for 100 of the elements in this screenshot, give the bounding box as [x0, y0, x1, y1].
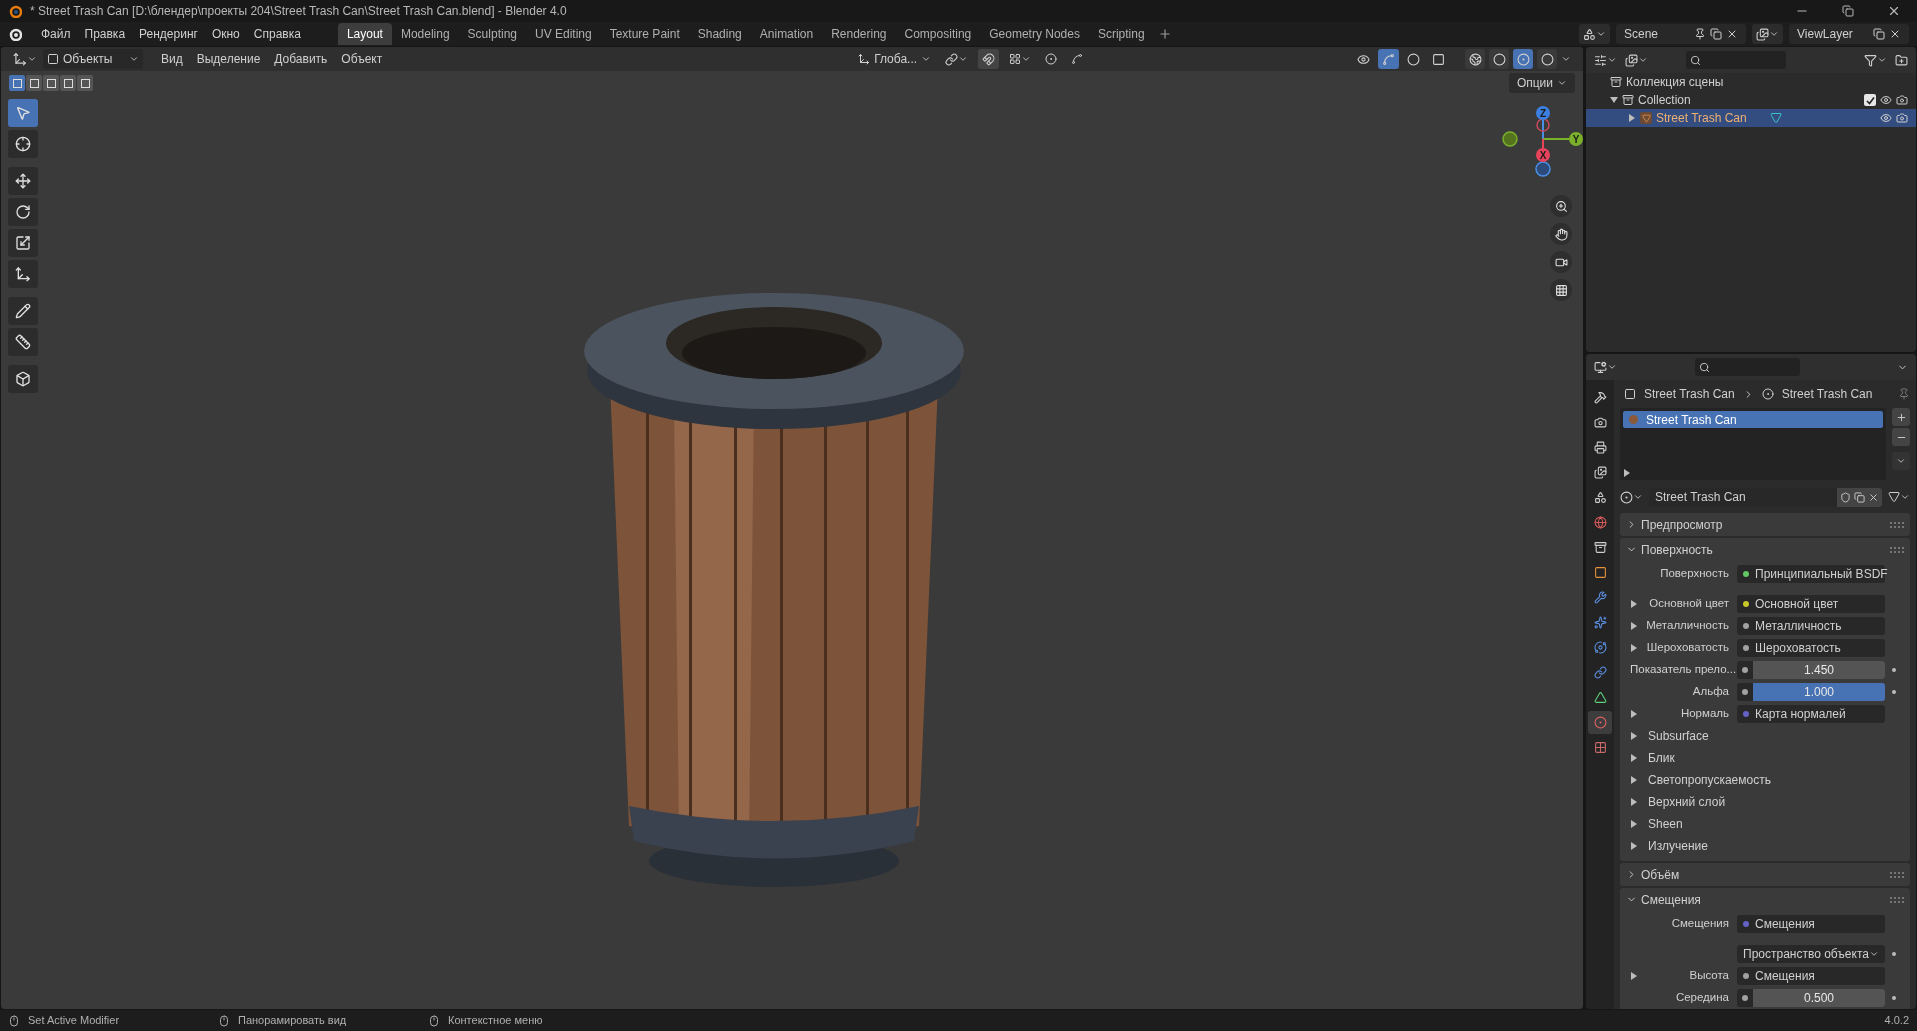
drag-handle-icon[interactable] — [1890, 896, 1904, 903]
workspace-tab[interactable]: Rendering — [822, 23, 896, 45]
menu-item[interactable]: Справка — [246, 23, 308, 45]
drag-handle-icon[interactable] — [1890, 871, 1904, 878]
material-slot[interactable]: Street Trash Can — [1623, 411, 1883, 428]
search-field[interactable] — [1686, 51, 1786, 69]
copy-icon[interactable] — [1854, 491, 1865, 503]
filter-button[interactable] — [1864, 53, 1887, 67]
socket-field[interactable]: Металличность — [1737, 617, 1885, 635]
tool-button[interactable] — [8, 260, 38, 288]
workspace-tab[interactable]: Modeling — [391, 23, 459, 45]
panel-header[interactable]: Предпросмотр — [1620, 513, 1910, 536]
new-collection-button[interactable] — [1895, 53, 1908, 67]
subpanel-header[interactable]: Subsurface — [1648, 727, 1709, 745]
socket-field[interactable]: Смещения — [1737, 967, 1885, 985]
selection-mode-button[interactable] — [77, 75, 93, 91]
orientation-dropdown[interactable]: Глоба... — [854, 49, 936, 69]
expand-arrow-icon[interactable] — [1630, 710, 1638, 718]
workspace-tab[interactable]: Texture Paint — [600, 23, 689, 45]
socket-field[interactable]: Основной цвет — [1737, 595, 1885, 613]
menu-item[interactable]: Файл — [34, 23, 78, 45]
menu-item[interactable]: Окно — [204, 23, 247, 45]
tool-button[interactable] — [8, 365, 38, 393]
view-filter-button[interactable] — [1625, 53, 1648, 67]
subpanel-header[interactable]: Блик — [1648, 749, 1675, 767]
view-layer-selector-button[interactable] — [1752, 24, 1783, 44]
panel-header[interactable]: Поверхность — [1620, 538, 1910, 561]
checkbox[interactable] — [1864, 94, 1876, 106]
expand-arrow-icon[interactable] — [1630, 600, 1638, 608]
outliner-row[interactable]: Street Trash Can — [1586, 109, 1916, 127]
link-menu-button[interactable] — [1888, 491, 1910, 503]
camera-view-button[interactable] — [1550, 251, 1572, 273]
breadcrumb-item[interactable]: Street Trash Can — [1781, 385, 1873, 403]
subpanel-header[interactable]: Светопропускаемость — [1648, 771, 1771, 789]
eye-icon[interactable] — [1880, 94, 1892, 106]
space-dropdown[interactable]: Пространство объекта — [1737, 945, 1885, 963]
browse-material-button[interactable] — [1620, 490, 1643, 504]
camera-icon[interactable] — [1896, 94, 1908, 106]
expand-arrow-icon[interactable] — [1630, 798, 1638, 806]
number-field[interactable]: 1.450 — [1753, 661, 1885, 679]
selection-mode-button[interactable] — [60, 75, 76, 91]
tool-button[interactable] — [8, 198, 38, 226]
view-layer-field[interactable]: ViewLayer — [1789, 24, 1909, 44]
expand-arrow-icon[interactable] — [1630, 776, 1638, 784]
workspace-tab[interactable]: Scripting — [1088, 23, 1154, 45]
socket-field[interactable]: Смещения — [1737, 915, 1885, 933]
socket-field[interactable]: Принципиальный BSDF — [1737, 565, 1885, 583]
menu-item[interactable]: Вид — [155, 49, 189, 69]
pin-icon[interactable] — [1898, 388, 1910, 400]
panel-header[interactable]: Смещения — [1620, 888, 1910, 911]
selection-mode-button[interactable] — [43, 75, 59, 91]
tool-button[interactable] — [8, 328, 38, 356]
perspective-button[interactable] — [1550, 279, 1572, 301]
drag-handle-icon[interactable] — [1890, 546, 1904, 553]
menu-item[interactable]: Правка — [77, 23, 133, 45]
breadcrumb-item[interactable]: Street Trash Can — [1644, 385, 1735, 403]
outliner-item[interactable]: Collection — [1638, 91, 1860, 109]
snap-button[interactable] — [978, 49, 1000, 69]
selection-mode-button[interactable] — [26, 75, 42, 91]
workspace-tab[interactable]: Animation — [750, 23, 823, 45]
viewport-toggle[interactable] — [1378, 49, 1399, 69]
expand-arrow-icon[interactable] — [1630, 732, 1638, 740]
search-field[interactable] — [1695, 358, 1800, 376]
logo-icon[interactable] — [8, 27, 22, 41]
expand-arrow-icon[interactable] — [1630, 754, 1638, 762]
tool-button[interactable] — [8, 297, 38, 325]
tool-button[interactable] — [8, 130, 38, 158]
mode-dropdown[interactable]: Объекты — [43, 49, 143, 69]
remove-slot-button[interactable] — [1892, 428, 1910, 446]
socket-field[interactable]: Карта нормалей — [1737, 705, 1885, 723]
workspace-tab[interactable]: Layout — [337, 23, 392, 45]
drag-handle-icon[interactable] — [1890, 521, 1904, 528]
add-icon[interactable] — [1157, 27, 1172, 41]
expand-arrow-icon[interactable] — [1630, 972, 1638, 980]
options-dropdown[interactable]: Опции — [1508, 73, 1575, 93]
close-icon[interactable] — [1868, 491, 1879, 503]
expand-arrow-icon[interactable] — [1630, 820, 1638, 828]
expand-arrow-icon[interactable] — [1630, 644, 1638, 652]
workspace-tab[interactable]: Compositing — [895, 23, 981, 45]
subpanel-header[interactable]: Sheen — [1648, 815, 1683, 833]
scene-field[interactable]: Scene — [1616, 24, 1746, 44]
chevron-down-icon[interactable] — [1561, 54, 1571, 64]
disclosure-arrow-icon[interactable] — [1610, 96, 1618, 104]
material-name-field[interactable]: Street Trash Can — [1649, 487, 1882, 507]
slider-field[interactable]: 1.000 — [1753, 683, 1885, 701]
menu-item[interactable]: Добавить — [268, 49, 334, 69]
shading-mode-button[interactable] — [1537, 49, 1557, 69]
pan-button[interactable] — [1550, 223, 1572, 245]
outliner-item[interactable]: Коллекция сцены — [1626, 73, 1724, 91]
outliner-item[interactable]: Street Trash Can — [1656, 109, 1766, 127]
shading-mode-button[interactable] — [1513, 49, 1533, 69]
axis-gizmo-drawing[interactable] — [1502, 106, 1583, 177]
tool-button[interactable] — [8, 229, 38, 257]
disclosure-arrow-icon[interactable] — [1628, 114, 1636, 122]
socket-field[interactable]: Шероховатость — [1737, 639, 1885, 657]
tool-button[interactable] — [8, 167, 38, 195]
workspace-tab[interactable]: UV Editing — [526, 23, 601, 45]
scene-selector-button[interactable] — [1579, 24, 1610, 44]
menu-item[interactable]: Рендеринг — [132, 23, 205, 45]
zoom-button[interactable] — [1550, 195, 1572, 217]
